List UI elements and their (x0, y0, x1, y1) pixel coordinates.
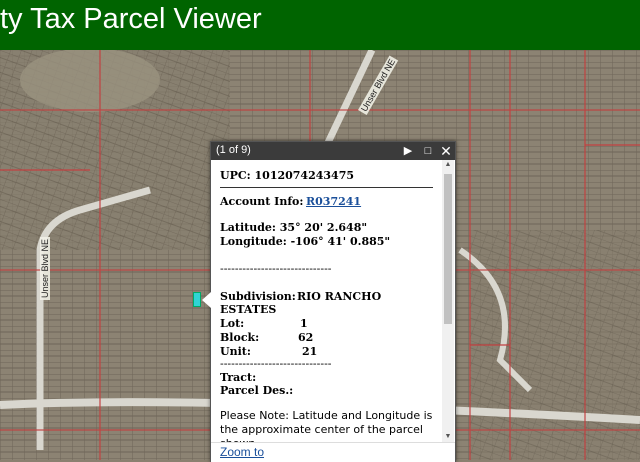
popup-scrollbar[interactable]: ▲ ▼ (442, 160, 454, 442)
lot-value: 1 (300, 317, 308, 330)
subdivision-label: Subdivision: (220, 290, 296, 303)
maximize-icon[interactable]: □ (421, 144, 435, 158)
road-label-unser-west: Unser Blvd NE (40, 236, 50, 300)
app-header: ty Tax Parcel Viewer (0, 0, 640, 50)
account-label: Account Info: (220, 195, 304, 208)
latitude-text: Latitude: 35° 20' 2.648" (220, 221, 368, 234)
lot-label: Lot: (220, 317, 245, 330)
tract-label: Tract: (220, 371, 257, 384)
subdivision-cluster (20, 50, 160, 112)
block-label: Block: (220, 331, 260, 344)
app-title: ty Tax Parcel Viewer (0, 3, 262, 35)
info-popup: (1 of 9) ▶ □ ✕ UPC: 1012074243475 Accoun… (202, 141, 456, 462)
coordinates-note: Please Note: Latitude and Longitude is t… (220, 409, 433, 442)
popup-footer: Zoom to (211, 442, 455, 462)
popup-content[interactable]: UPC: 1012074243475 Account Info: R037241… (211, 160, 441, 442)
scroll-up-icon[interactable]: ▲ (442, 160, 454, 170)
popup-pointer (202, 292, 211, 308)
next-feature-icon[interactable]: ▶ (401, 144, 415, 158)
close-icon[interactable]: ✕ (439, 144, 453, 158)
separator-text-2: ------------------------------ (220, 357, 332, 370)
account-link[interactable]: R037241 (306, 195, 361, 208)
scrollbar-thumb[interactable] (444, 174, 452, 324)
upc-divider (220, 187, 433, 188)
zoom-to-link[interactable]: Zoom to (220, 445, 264, 459)
subdivision-value: RIO RANCHO (297, 290, 382, 303)
block-value: 62 (298, 331, 314, 344)
upc-text: UPC: 1012074243475 (220, 169, 355, 182)
popup-titlebar: (1 of 9) ▶ □ ✕ (211, 142, 455, 160)
selected-parcel-marker[interactable] (193, 292, 201, 307)
longitude-text: Longitude: -106° 41' 0.885" (220, 235, 391, 248)
popup-feature-count: (1 of 9) (216, 144, 251, 156)
scroll-down-icon[interactable]: ▼ (442, 432, 454, 442)
separator-text: ------------------------------ (220, 262, 332, 275)
parcel-des-label: Parcel Des.: (220, 384, 294, 397)
subdivision-value-cont: ESTATES (220, 303, 277, 316)
